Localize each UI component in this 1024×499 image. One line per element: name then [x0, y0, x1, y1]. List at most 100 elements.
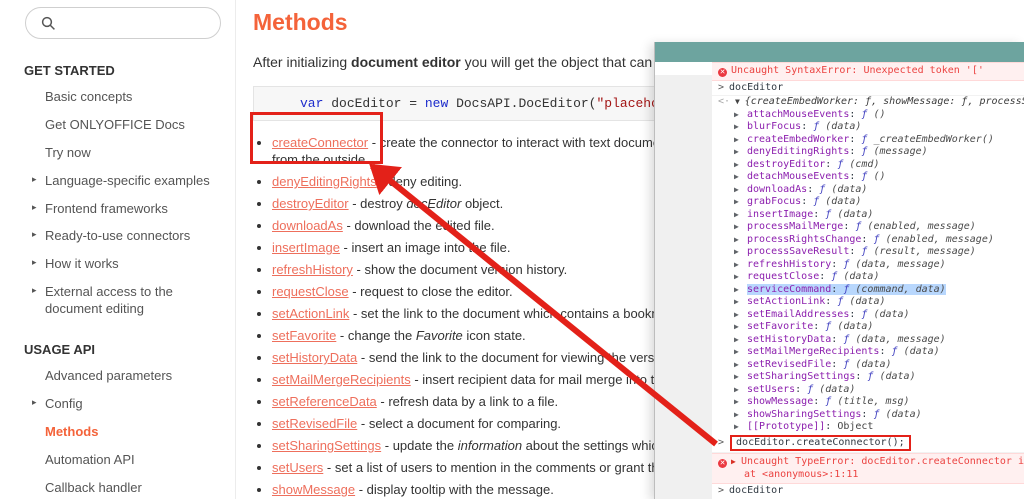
- tree-row-destroyEditor[interactable]: ▶ destroyEditor: ƒ (cmd): [712, 159, 1024, 172]
- expand-triangle-icon[interactable]: ▶: [734, 109, 747, 122]
- method-dash: -: [376, 394, 389, 409]
- method-dash: -: [348, 284, 361, 299]
- tree-row-processSaveResult[interactable]: ▶ processSaveResult: ƒ (result, message): [712, 246, 1024, 259]
- tree-row-setFavorite[interactable]: ▶ setFavorite: ƒ (data): [712, 321, 1024, 334]
- tree-row-setEmailAddresses[interactable]: ▶ setEmailAddresses: ƒ (data): [712, 309, 1024, 322]
- method-link-setactionlink[interactable]: setActionLink: [272, 306, 349, 321]
- expand-triangle-icon[interactable]: ▶: [734, 121, 747, 134]
- sidebar: GET STARTED Basic concepts Get ONLYOFFICE …: [0, 0, 236, 499]
- property-name: setHistoryData: [747, 333, 832, 345]
- tree-row-showSharingSettings[interactable]: ▶ showSharingSettings: ƒ (data): [712, 409, 1024, 422]
- sidebar-item-how-it-works[interactable]: ▸ How it works: [32, 256, 217, 273]
- expand-triangle-icon[interactable]: ▶: [734, 396, 747, 409]
- sidebar-item-config[interactable]: ▸ Config: [32, 396, 217, 413]
- expand-triangle-icon[interactable]: ▶: [734, 346, 747, 359]
- function-symbol: ƒ: [891, 346, 904, 357]
- expand-triangle-icon[interactable]: ▶: [734, 271, 747, 284]
- method-link-requestclose[interactable]: requestClose: [272, 284, 349, 299]
- expand-triangle-icon[interactable]: ▶: [734, 409, 747, 422]
- expand-triangle-icon[interactable]: ▶: [734, 134, 747, 147]
- sidebar-item-frontend-frameworks[interactable]: ▸ Frontend frameworks: [32, 201, 217, 218]
- expand-triangle-icon[interactable]: ▶: [734, 209, 747, 222]
- tree-row-requestClose[interactable]: ▶ requestClose: ƒ (data): [712, 271, 1024, 284]
- sidebar-item-callback-handler[interactable]: Callback handler: [45, 480, 217, 497]
- expand-triangle-icon[interactable]: ▶: [734, 296, 747, 309]
- expand-triangle-icon[interactable]: ▶: [731, 456, 741, 469]
- method-link-setreferencedata[interactable]: setReferenceData: [272, 394, 377, 409]
- sidebar-item-label: Callback handler: [45, 479, 142, 495]
- expand-triangle-icon[interactable]: ▶: [734, 196, 747, 209]
- method-link-setusers[interactable]: setUsers: [272, 460, 323, 475]
- expand-triangle-icon[interactable]: ▶: [734, 146, 747, 159]
- method-link-showmessage[interactable]: showMessage: [272, 482, 355, 497]
- expand-triangle-icon[interactable]: ▶: [734, 334, 747, 347]
- tree-row-processMailMerge[interactable]: ▶ processMailMerge: ƒ (enabled, message): [712, 221, 1024, 234]
- tree-row-setSharingSettings[interactable]: ▶ setSharingSettings: ƒ (data): [712, 371, 1024, 384]
- method-link-denyeditingrights[interactable]: denyEditingRights: [272, 174, 377, 189]
- expand-triangle-icon[interactable]: ▶: [734, 321, 747, 334]
- tree-row-showMessage[interactable]: ▶ showMessage: ƒ (title, msg): [712, 396, 1024, 409]
- function-signature: (data): [837, 208, 874, 220]
- method-link-downloadas[interactable]: downloadAs: [272, 218, 343, 233]
- expand-triangle-icon[interactable]: ▶: [734, 421, 747, 434]
- tree-row-Prototype[interactable]: ▶ [[Prototype]]: Object: [712, 421, 1024, 434]
- method-description: change the Favorite icon state.: [348, 328, 526, 343]
- expand-triangle-icon[interactable]: ▶: [734, 234, 747, 247]
- expand-triangle-icon[interactable]: ▶: [734, 309, 747, 322]
- sidebar-item-external-access-to-the-document-editing[interactable]: ▸ External access to the document editing: [32, 284, 217, 318]
- method-link-setsharingsettings[interactable]: setSharingSettings: [272, 438, 381, 453]
- search-icon: [41, 16, 55, 30]
- colon: :: [861, 408, 874, 420]
- method-link-sethistorydata[interactable]: setHistoryData: [272, 350, 357, 365]
- method-link-setfavorite[interactable]: setFavorite: [272, 328, 336, 343]
- tree-row-setRevisedFile[interactable]: ▶ setRevisedFile: ƒ (data): [712, 359, 1024, 372]
- method-link-setmailmergerecipients[interactable]: setMailMergeRecipients: [272, 372, 411, 387]
- tree-row-blurFocus[interactable]: ▶ blurFocus: ƒ (data): [712, 121, 1024, 134]
- colon: :: [825, 296, 838, 307]
- chevron-right-icon: ▸: [32, 173, 37, 184]
- expand-triangle-icon[interactable]: ▶: [734, 359, 747, 372]
- expand-triangle-icon[interactable]: ▶: [734, 184, 747, 197]
- method-link-destroyeditor[interactable]: destroyEditor: [272, 196, 349, 211]
- expand-triangle-icon[interactable]: ▶: [734, 259, 747, 272]
- tree-row-grabFocus[interactable]: ▶ grabFocus: ƒ (data): [712, 196, 1024, 209]
- expand-triangle-icon[interactable]: ▶: [734, 221, 747, 234]
- tree-row-serviceCommand[interactable]: ▶ serviceCommand: ƒ (command, data): [712, 283, 1024, 297]
- method-link-setrevisedfile[interactable]: setRevisedFile: [272, 416, 357, 431]
- sidebar-item-advanced-parameters[interactable]: Advanced parameters: [45, 368, 217, 385]
- sidebar-item-basic-concepts[interactable]: Basic concepts: [45, 89, 217, 106]
- tree-row-denyEditingRights[interactable]: ▶ denyEditingRights: ƒ (message): [712, 146, 1024, 159]
- method-link-createconnector[interactable]: createConnector: [272, 135, 368, 150]
- tree-row-detachMouseEvents[interactable]: ▶ detachMouseEvents: ƒ (): [712, 171, 1024, 184]
- sidebar-nav: GET STARTED Basic concepts Get ONLYOFFICE …: [0, 63, 235, 499]
- method-link-insertimage[interactable]: insertImage: [272, 240, 340, 255]
- tree-row-downloadAs[interactable]: ▶ downloadAs: ƒ (data): [712, 184, 1024, 197]
- tree-row-insertImage[interactable]: ▶ insertImage: ƒ (data): [712, 209, 1024, 222]
- console-panel[interactable]: ✕ Uncaught SyntaxError: Unexpected token …: [712, 62, 1024, 499]
- tree-row-setUsers[interactable]: ▶ setUsers: ƒ (data): [712, 384, 1024, 397]
- search-box[interactable]: [25, 7, 221, 39]
- tree-row-setMailMergeRecipients[interactable]: ▶ setMailMergeRecipients: ƒ (data): [712, 346, 1024, 359]
- expand-triangle-icon[interactable]: ▶: [734, 159, 747, 172]
- sidebar-item-ready-to-use-connectors[interactable]: ▸ Ready-to-use connectors: [32, 228, 217, 245]
- tree-row-processRightsChange[interactable]: ▶ processRightsChange: ƒ (enabled, messag…: [712, 234, 1024, 247]
- sidebar-item-get-onlyoffice-docs[interactable]: Get ONLYOFFICE Docs: [45, 117, 217, 134]
- object-preview: {createEmbedWorker: ƒ, showMessage: ƒ, p…: [744, 96, 1024, 107]
- sidebar-item-methods[interactable]: Methods: [45, 424, 217, 441]
- expand-triangle-icon[interactable]: ▶: [734, 371, 747, 384]
- tree-row-attachMouseEvents[interactable]: ▶ attachMouseEvents: ƒ (): [712, 109, 1024, 122]
- expand-triangle-icon[interactable]: ▶: [734, 246, 747, 259]
- caret-down-icon[interactable]: ▼: [735, 97, 745, 106]
- expand-triangle-icon[interactable]: ▶: [734, 171, 747, 184]
- expand-triangle-icon[interactable]: ▶: [734, 284, 747, 297]
- tree-row-refreshHistory[interactable]: ▶ refreshHistory: ƒ (data, message): [712, 259, 1024, 272]
- expand-triangle-icon[interactable]: ▶: [734, 384, 747, 397]
- method-link-refreshhistory[interactable]: refreshHistory: [272, 262, 353, 277]
- sidebar-item-try-now[interactable]: Try now: [45, 145, 217, 162]
- sidebar-item-automation-api[interactable]: Automation API: [45, 452, 217, 469]
- prompt-chevron-icon: >: [718, 81, 725, 93]
- tree-row-setHistoryData[interactable]: ▶ setHistoryData: ƒ (data, message): [712, 334, 1024, 347]
- sidebar-item-language-specific-examples[interactable]: ▸ Language-specific examples: [32, 173, 217, 190]
- tree-row-setActionLink[interactable]: ▶ setActionLink: ƒ (data): [712, 296, 1024, 309]
- tree-row-createEmbedWorker[interactable]: ▶ createEmbedWorker: ƒ _createEmbedWorker…: [712, 134, 1024, 147]
